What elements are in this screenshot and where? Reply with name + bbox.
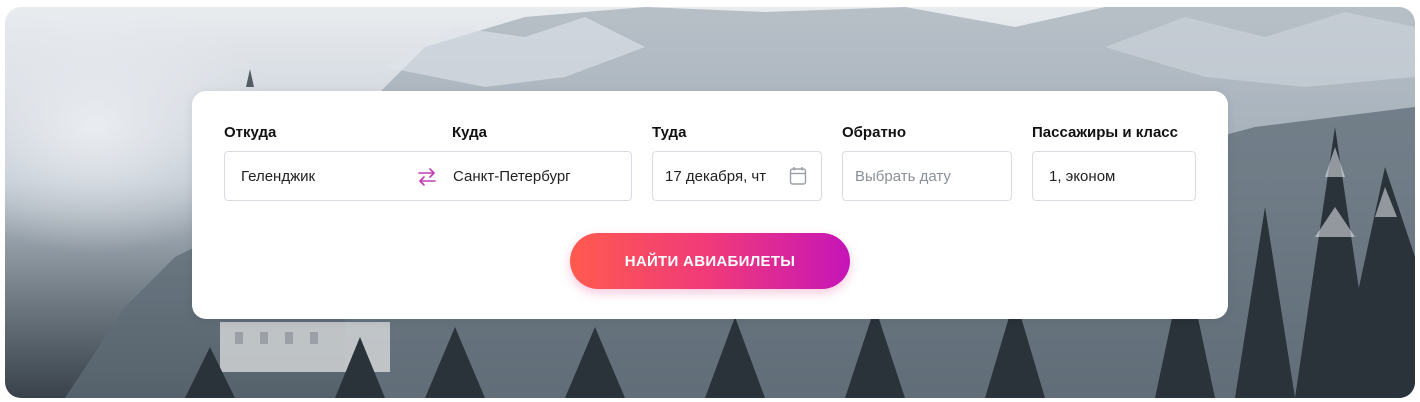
passengers-label: Пассажиры и класс <box>1032 124 1178 141</box>
depart-date-value: 17 декабря, чт <box>665 167 767 185</box>
passengers-value: 1, эконом <box>1049 167 1116 185</box>
search-flights-button[interactable]: НАЙТИ АВИАБИЛЕТЫ <box>570 233 850 289</box>
origin-input[interactable]: Геленджик <box>241 168 315 185</box>
return-date-placeholder: Выбрать дату <box>855 167 951 185</box>
destination-label: Куда <box>452 124 487 141</box>
calendar-icon <box>789 166 807 186</box>
swap-arrows-icon[interactable] <box>415 165 439 189</box>
depart-date-label: Туда <box>652 124 687 141</box>
depart-date-field[interactable]: 17 декабря, чт <box>652 151 822 201</box>
origin-label: Откуда <box>224 124 277 141</box>
passengers-field[interactable]: 1, эконом <box>1032 151 1196 201</box>
return-date-label: Обратно <box>842 124 907 141</box>
route-field: Геленджик Санкт-Петербург <box>224 151 632 201</box>
destination-input[interactable]: Санкт-Петербург <box>453 168 571 185</box>
return-date-field[interactable]: Выбрать дату <box>842 151 1012 201</box>
flight-search-form: Откуда Куда Туда Обратно Пассажиры и кла… <box>192 91 1228 319</box>
